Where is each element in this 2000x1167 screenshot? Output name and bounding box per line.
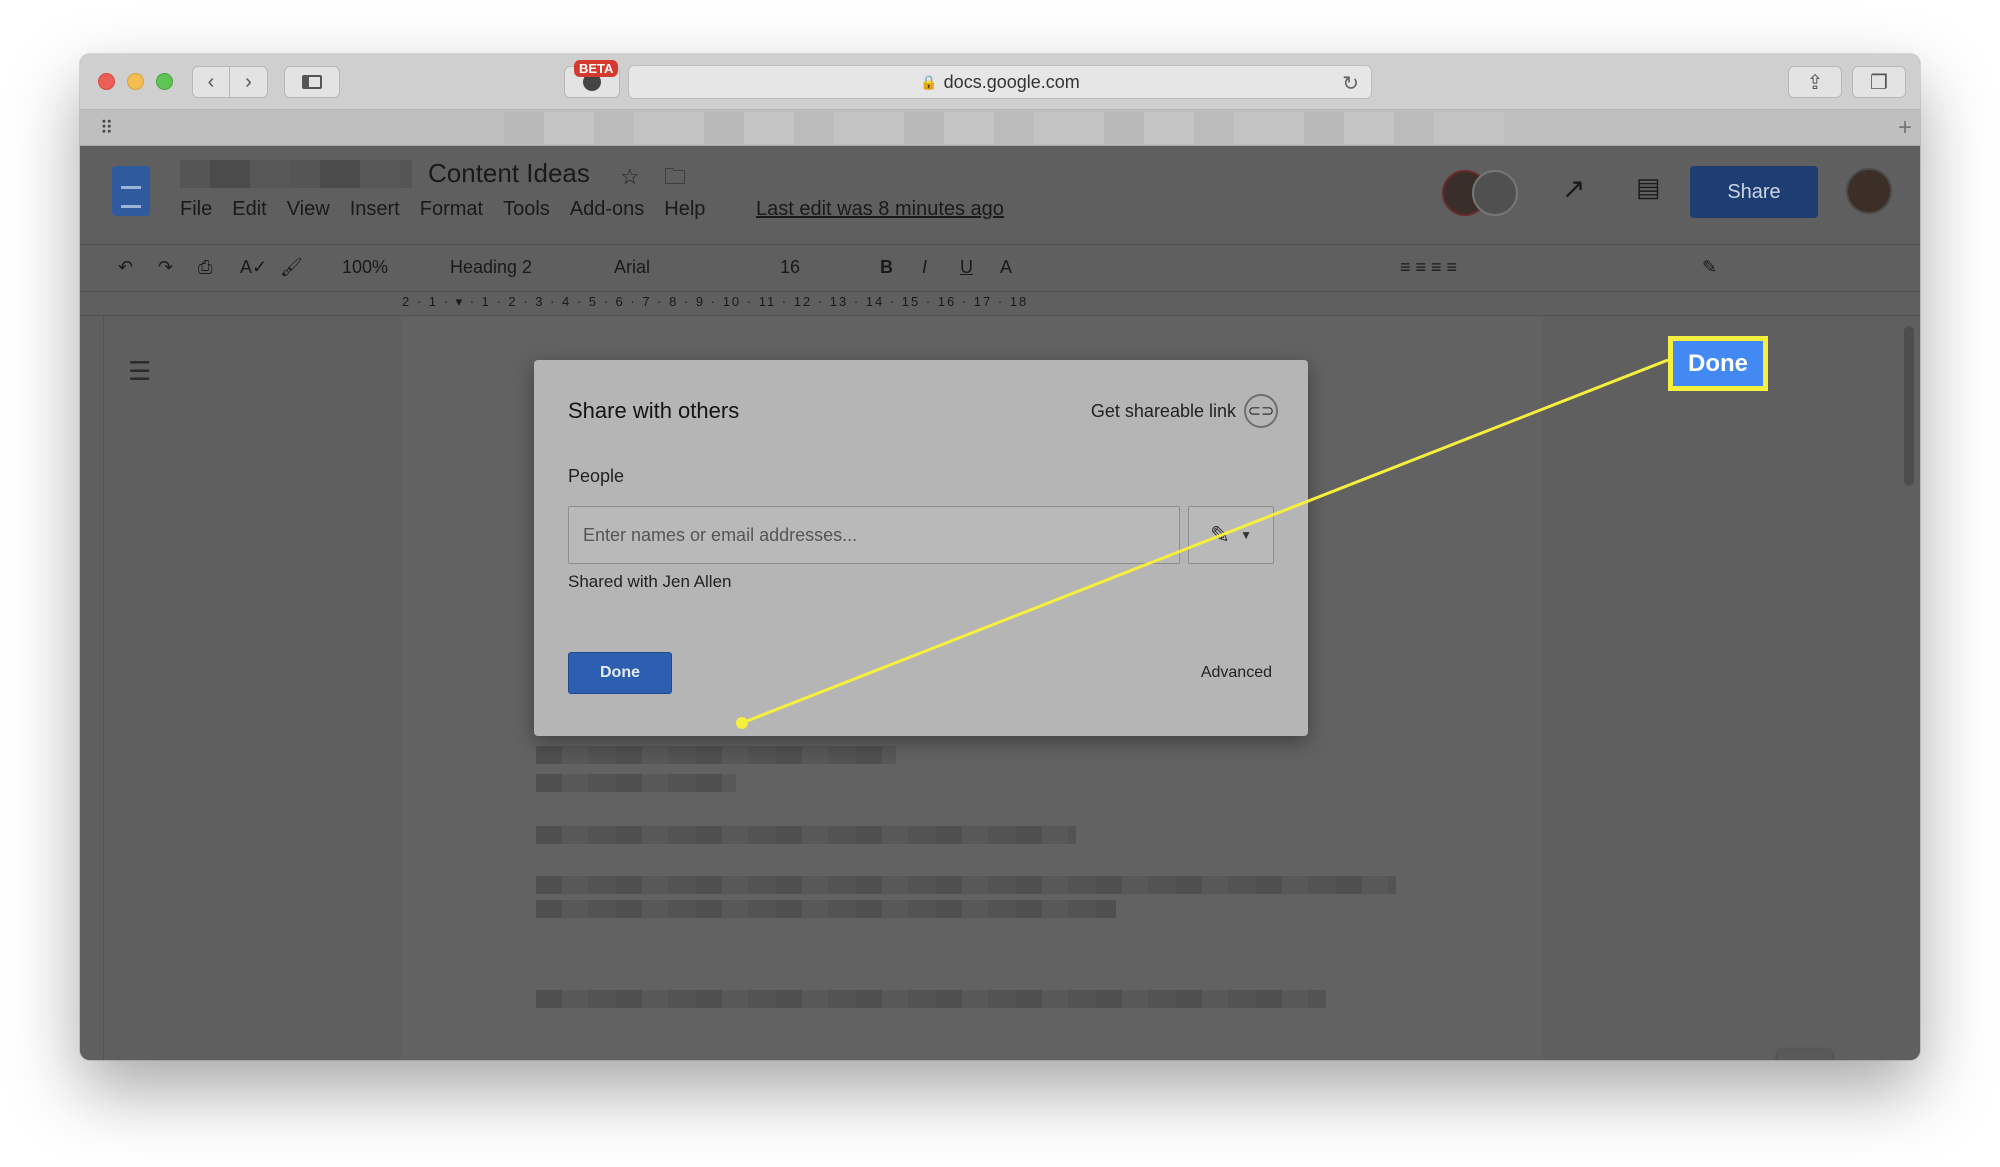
get-shareable-link[interactable]: Get shareable link ⊂⊃ bbox=[1091, 394, 1278, 428]
bold-icon[interactable]: B bbox=[880, 257, 893, 278]
advanced-link[interactable]: Advanced bbox=[1201, 664, 1272, 682]
print-icon[interactable]: ⎙ bbox=[198, 257, 212, 278]
address-bar[interactable]: 🔒 docs.google.com ↻ bbox=[628, 65, 1372, 99]
vertical-ruler bbox=[80, 316, 104, 1060]
style-select[interactable]: Heading 2 bbox=[450, 257, 532, 278]
font-size-select[interactable]: 16 bbox=[780, 257, 800, 278]
last-edit-link[interactable]: Last edit was 8 minutes ago bbox=[756, 198, 1004, 221]
reload-icon[interactable]: ↻ bbox=[1342, 71, 1359, 96]
lock-icon: 🔒 bbox=[920, 73, 938, 90]
browser-titlebar: ‹ › BETA 🔒 docs.google.com ↻ ⇪ ❐ bbox=[80, 54, 1920, 110]
redo-icon[interactable]: ↷ bbox=[158, 257, 173, 278]
blurred-text bbox=[536, 900, 1116, 918]
blurred-text bbox=[536, 990, 1326, 1008]
menu-help[interactable]: Help bbox=[664, 198, 705, 221]
get-shareable-link-label[interactable]: Get shareable link bbox=[1091, 401, 1236, 422]
font-select[interactable]: Arial bbox=[614, 257, 650, 278]
tabs-icon: ❐ bbox=[1870, 71, 1888, 94]
blurred-folder-name bbox=[180, 160, 412, 188]
docs-menu-bar: File Edit View Insert Format Tools Add-o… bbox=[180, 198, 705, 221]
share-icon: ⇪ bbox=[1806, 71, 1824, 94]
spellcheck-icon[interactable]: A✓ bbox=[240, 257, 267, 278]
done-callout: Done bbox=[1668, 336, 1768, 391]
horizontal-ruler: 2 · 1 · ▾ · 1 · 2 · 3 · 4 · 5 · 6 · 7 · … bbox=[80, 292, 1920, 316]
close-window-button[interactable] bbox=[98, 73, 115, 90]
comment-history-icon[interactable]: ▤ bbox=[1636, 172, 1661, 203]
ruler-marks: 2 · 1 · ▾ · 1 · 2 · 3 · 4 · 5 · 6 · 7 · … bbox=[402, 294, 1029, 309]
star-icon[interactable]: ☆ bbox=[620, 164, 640, 189]
menu-format[interactable]: Format bbox=[420, 198, 483, 221]
sidebar-icon bbox=[302, 75, 322, 89]
menu-addons[interactable]: Add-ons bbox=[570, 198, 645, 221]
blurred-text bbox=[536, 826, 1076, 844]
zoom-select[interactable]: 100% bbox=[342, 257, 388, 278]
minimize-window-button[interactable] bbox=[127, 73, 144, 90]
link-icon[interactable]: ⊂⊃ bbox=[1244, 394, 1278, 428]
url-text: docs.google.com bbox=[943, 71, 1080, 92]
text-color-icon[interactable]: A bbox=[1000, 257, 1012, 278]
editing-mode-icon[interactable]: ✎ bbox=[1702, 257, 1717, 278]
beta-badge: BETA bbox=[574, 60, 619, 77]
docs-share-button[interactable]: Share bbox=[1690, 166, 1818, 218]
forward-button[interactable]: › bbox=[230, 66, 268, 98]
menu-edit[interactable]: Edit bbox=[232, 198, 266, 221]
browser-share-button[interactable]: ⇪ bbox=[1788, 66, 1842, 98]
shared-with-text[interactable]: Shared with Jen Allen bbox=[568, 572, 732, 592]
blurred-tabs bbox=[504, 112, 1504, 144]
share-dialog: Share with others Get shareable link ⊂⊃ … bbox=[534, 360, 1308, 736]
sidebar-toggle-button[interactable] bbox=[284, 66, 340, 98]
document-outline-icon[interactable]: ☰ bbox=[128, 356, 151, 387]
pencil-icon: ✎ bbox=[1210, 521, 1231, 549]
document-title[interactable]: Content Ideas bbox=[428, 158, 590, 189]
italic-icon[interactable]: I bbox=[922, 257, 927, 278]
docs-share-label: Share bbox=[1727, 180, 1781, 203]
zoom-window-button[interactable] bbox=[156, 73, 173, 90]
apps-grid-icon[interactable]: ⠿ bbox=[100, 118, 113, 139]
tab-bar: ⠿ + bbox=[80, 110, 1920, 146]
explore-button[interactable] bbox=[1778, 1050, 1832, 1060]
menu-tools[interactable]: Tools bbox=[503, 198, 550, 221]
chat-avatar[interactable] bbox=[1472, 170, 1518, 216]
caret-down-icon: ▼ bbox=[1240, 528, 1252, 542]
menu-file[interactable]: File bbox=[180, 198, 212, 221]
vertical-scrollbar[interactable] bbox=[1904, 326, 1914, 486]
menu-view[interactable]: View bbox=[287, 198, 330, 221]
account-avatar[interactable] bbox=[1846, 168, 1892, 214]
paint-format-icon[interactable]: 🖌 bbox=[280, 257, 303, 278]
people-email-input[interactable] bbox=[568, 506, 1180, 564]
chevron-left-icon: ‹ bbox=[207, 70, 215, 93]
show-tabs-button[interactable]: ❐ bbox=[1852, 66, 1906, 98]
back-button[interactable]: ‹ bbox=[192, 66, 230, 98]
align-icons[interactable]: ≡ ≡ ≡ ≡ bbox=[1400, 257, 1457, 278]
underline-icon[interactable]: U bbox=[960, 257, 973, 278]
undo-icon[interactable]: ↶ bbox=[118, 257, 133, 278]
move-folder-icon[interactable]: 🗀 bbox=[664, 164, 686, 189]
dialog-title: Share with others bbox=[568, 398, 740, 423]
chevron-right-icon: › bbox=[245, 70, 252, 93]
menu-insert[interactable]: Insert bbox=[350, 198, 400, 221]
docs-toolbar: ↶ ↷ ⎙ A✓ 🖌 100% Heading 2 Arial 16 B I U… bbox=[80, 244, 1920, 292]
blurred-text bbox=[536, 746, 896, 764]
people-label: People bbox=[568, 466, 625, 486]
done-button[interactable]: Done bbox=[568, 652, 672, 694]
blurred-text bbox=[536, 774, 736, 792]
blurred-text bbox=[536, 876, 1396, 894]
title-actions: ☆ 🗀 bbox=[620, 160, 686, 198]
docs-logo-icon[interactable] bbox=[112, 166, 150, 216]
permission-dropdown[interactable]: ✎ ▼ bbox=[1188, 506, 1274, 564]
activity-dashboard-icon[interactable]: ↗ bbox=[1562, 172, 1585, 205]
new-tab-button[interactable]: + bbox=[1898, 114, 1912, 142]
